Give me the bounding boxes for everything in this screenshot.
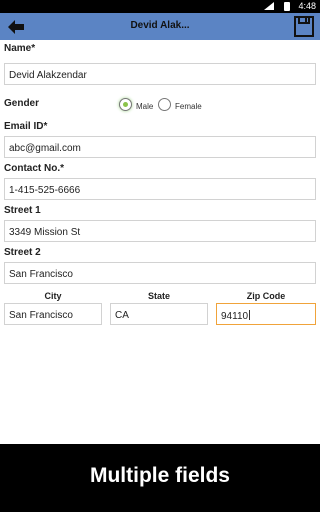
gender-male-label[interactable]: Male: [136, 102, 153, 111]
contact-label: Contact No.*: [4, 163, 64, 174]
battery-icon: [284, 2, 290, 11]
zip-field[interactable]: 94110: [216, 303, 316, 325]
street2-label: Street 2: [4, 247, 41, 258]
text-cursor: [249, 310, 251, 320]
page-title: Devid Alak...: [130, 20, 190, 31]
street1-label: Street 1: [4, 205, 41, 216]
gender-label: Gender: [4, 98, 40, 109]
gender-female-label[interactable]: Female: [175, 102, 202, 111]
wifi-icon: [264, 2, 274, 10]
state-field[interactable]: CA: [110, 303, 208, 325]
city-field[interactable]: San Francisco: [4, 303, 102, 325]
status-bar: 4:48: [0, 0, 320, 13]
city-label: City: [44, 291, 62, 301]
email-label: Email ID*: [4, 121, 48, 132]
caption-banner: Multiple fields: [0, 444, 320, 512]
status-time: 4:48: [298, 1, 316, 11]
zip-value: 94110: [221, 311, 249, 322]
contact-field[interactable]: 1-415-525-6666: [4, 178, 316, 200]
email-field[interactable]: abc@gmail.com: [4, 136, 316, 158]
radio-selected-dot: [123, 102, 128, 107]
name-field[interactable]: Devid Alakzendar: [4, 63, 316, 85]
zip-label: Zip Code: [246, 291, 286, 301]
street2-field[interactable]: San Francisco: [4, 262, 316, 284]
gender-male-radio[interactable]: [119, 98, 132, 111]
name-label: Name*: [4, 43, 36, 54]
street1-field[interactable]: 3349 Mission St: [4, 220, 316, 242]
save-icon[interactable]: [294, 16, 314, 37]
gender-female-radio[interactable]: [158, 98, 171, 111]
state-label: State: [147, 291, 170, 301]
action-bar: Devid Alak...: [0, 13, 320, 40]
